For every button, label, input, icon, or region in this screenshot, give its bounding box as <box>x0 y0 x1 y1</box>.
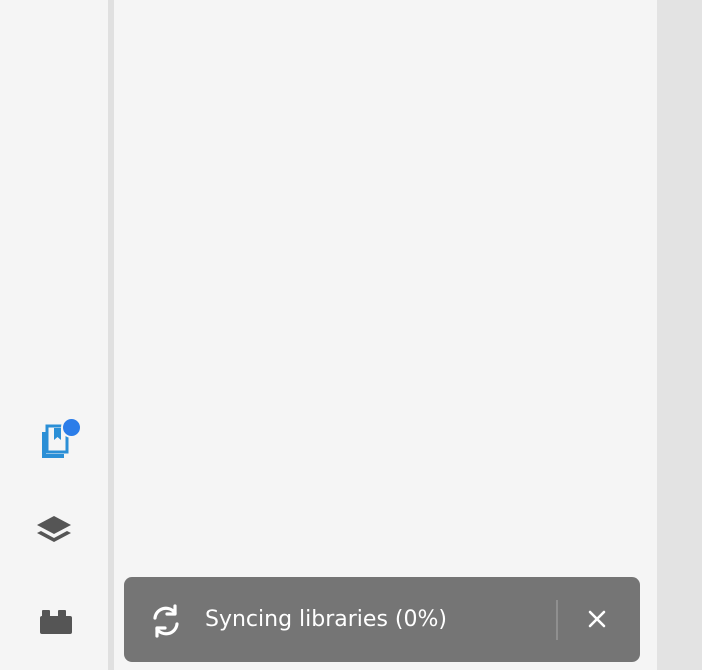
sync-icon <box>148 603 184 639</box>
toast-divider <box>556 600 558 640</box>
sync-toast: Syncing libraries (0%) <box>124 577 640 662</box>
sidebar-item-plugins[interactable] <box>30 596 78 644</box>
plugins-icon <box>34 600 74 640</box>
close-icon <box>588 610 606 632</box>
toast-message: Syncing libraries (0%) <box>205 607 447 632</box>
sidebar-item-layers[interactable] <box>30 506 78 554</box>
right-panel-edge <box>657 0 702 670</box>
notification-dot <box>61 417 82 438</box>
left-sidebar <box>0 0 108 670</box>
main-panel <box>114 0 657 670</box>
layers-icon <box>34 510 74 550</box>
sidebar-item-libraries[interactable] <box>30 416 82 464</box>
toast-close-button[interactable] <box>583 607 611 635</box>
